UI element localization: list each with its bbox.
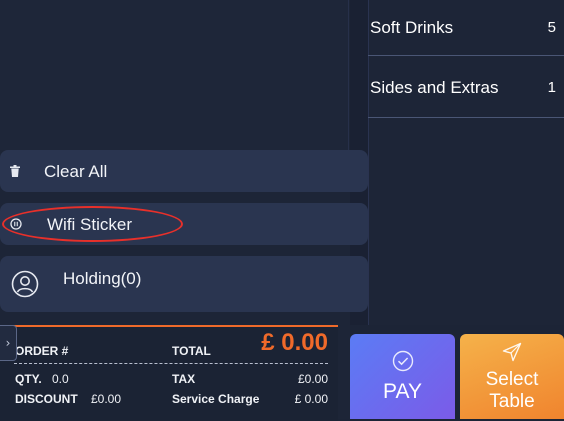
order-items-area bbox=[0, 0, 349, 150]
select-table-button[interactable]: Select Table bbox=[460, 334, 564, 419]
pay-button[interactable]: PAY bbox=[350, 334, 455, 419]
send-icon bbox=[501, 341, 523, 367]
category-count: 5 bbox=[547, 19, 556, 36]
chevron-right-icon: › bbox=[5, 336, 11, 350]
trash-icon bbox=[9, 164, 21, 178]
tax-label: TAX bbox=[172, 372, 196, 386]
order-summary: ORDER # TOTAL £ 0.00 QTY. 0.0 TAX £0.00 … bbox=[0, 325, 338, 421]
service-charge-value: £ 0.00 bbox=[294, 392, 328, 406]
category-label: Sides and Extras bbox=[370, 77, 499, 97]
order-number-label: ORDER # bbox=[15, 344, 69, 358]
qty-value: 0.0 bbox=[52, 372, 69, 386]
total-amount: £ 0.00 bbox=[261, 329, 328, 356]
holding-button[interactable]: Holding(0) bbox=[0, 256, 368, 312]
clear-all-button[interactable]: Clear All bbox=[0, 150, 368, 192]
pay-label: PAY bbox=[383, 379, 422, 403]
tax-value: £0.00 bbox=[297, 372, 328, 386]
collapse-panel-tab[interactable]: › bbox=[0, 325, 17, 361]
discount-label: DISCOUNT bbox=[15, 392, 78, 406]
user-icon bbox=[10, 269, 40, 299]
category-count: 1 bbox=[547, 79, 556, 96]
check-circle-icon bbox=[392, 350, 414, 376]
highlight-annotation bbox=[2, 206, 183, 242]
qty-label: QTY. bbox=[15, 372, 42, 386]
summary-divider bbox=[14, 363, 328, 364]
category-sides-and-extras[interactable]: Sides and Extras 1 bbox=[368, 58, 564, 118]
category-soft-drinks[interactable]: Soft Drinks 5 bbox=[368, 0, 564, 56]
discount-value: £0.00 bbox=[91, 392, 122, 406]
category-label: Soft Drinks bbox=[370, 17, 454, 37]
total-label: TOTAL bbox=[172, 344, 211, 358]
service-charge-label: Service Charge bbox=[172, 392, 260, 406]
clear-all-label: Clear All bbox=[44, 162, 108, 181]
select-table-label: Select Table bbox=[485, 368, 539, 412]
holding-label: Holding(0) bbox=[63, 269, 142, 288]
